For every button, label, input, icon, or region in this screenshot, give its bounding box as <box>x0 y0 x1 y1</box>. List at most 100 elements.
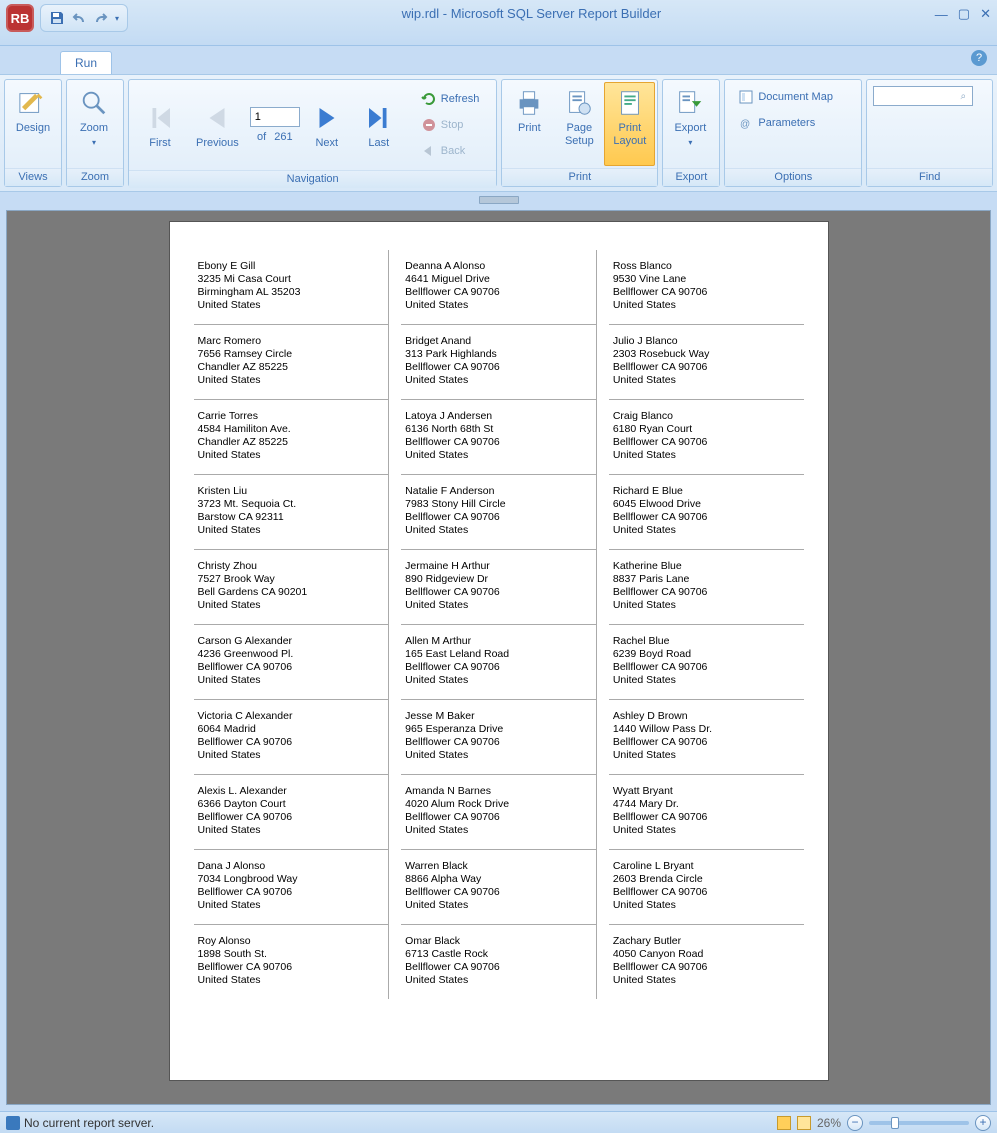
group-views: Design Views <box>4 79 62 187</box>
parameters-icon: @ <box>738 115 754 131</box>
next-button[interactable]: Next <box>302 97 352 153</box>
zoom-in-button[interactable]: + <box>975 1115 991 1131</box>
mailing-label: Dana J Alonso7034 Longbrood WayBellflowe… <box>194 850 389 925</box>
redo-icon[interactable] <box>93 10 109 26</box>
zoom-label: Zoom <box>80 122 108 135</box>
print-icon <box>513 87 545 119</box>
mailing-label: Omar Black6713 Castle RockBellflower CA … <box>401 925 596 999</box>
mailing-label: Julio J Blanco2303 Rosebuck WayBellflowe… <box>609 325 804 400</box>
mailing-label: Warren Black8866 Alpha WayBellflower CA … <box>401 850 596 925</box>
print-layout-button[interactable]: Print Layout <box>604 82 655 166</box>
design-label: Design <box>16 122 50 135</box>
mailing-label: Roy Alonso1898 South St.Bellflower CA 90… <box>194 925 389 999</box>
export-button[interactable]: Export ▾ <box>665 82 715 166</box>
next-label: Next <box>315 137 338 150</box>
group-find: ⌕ Find <box>866 79 993 187</box>
status-bar: No current report server. 26% − + <box>0 1111 997 1133</box>
ribbon: Design Views Zoom ▾ Zoom First Previous <box>0 74 997 192</box>
quick-access-toolbar: ▾ <box>40 4 128 32</box>
close-button[interactable]: ✕ <box>980 6 991 22</box>
find-input[interactable] <box>874 89 954 103</box>
server-status-icon <box>6 1116 20 1130</box>
tab-run[interactable]: Run <box>60 51 112 74</box>
page-number-input[interactable] <box>250 107 300 127</box>
first-label: First <box>149 137 170 150</box>
qat-dropdown-icon[interactable]: ▾ <box>115 14 119 23</box>
maximize-button[interactable]: ▢ <box>958 6 970 22</box>
next-icon <box>311 102 343 134</box>
stop-icon <box>421 117 437 133</box>
parameters-button[interactable]: @ Parameters <box>733 112 838 134</box>
page-setup-icon <box>563 87 595 119</box>
group-export: Export ▾ Export <box>662 79 720 187</box>
minimize-button[interactable]: — <box>935 7 948 22</box>
zoom-percent: 26% <box>817 1116 841 1130</box>
help-icon[interactable]: ? <box>971 50 987 66</box>
page-total: 261 <box>274 131 292 143</box>
zoom-icon <box>78 87 110 119</box>
mailing-label: Carson G Alexander4236 Greenwood Pl.Bell… <box>194 625 389 700</box>
mailing-label: Latoya J Andersen6136 North 68th StBellf… <box>401 400 596 475</box>
group-find-label: Find <box>867 168 992 186</box>
print-label: Print <box>518 122 541 135</box>
first-icon <box>144 102 176 134</box>
page-setup-button[interactable]: Page Setup <box>554 82 604 166</box>
refresh-button[interactable]: Refresh <box>416 88 485 110</box>
app-menu-button[interactable]: RB <box>6 4 34 32</box>
labels-grid: Ebony E Gill3235 Mi Casa CourtBirmingham… <box>194 250 804 999</box>
group-navigation: First Previous of 261 Next Last <box>128 79 497 187</box>
mailing-label: Deanna A Alonso4641 Miguel DriveBellflow… <box>401 250 596 325</box>
back-button: Back <box>416 140 485 162</box>
mailing-label: Kristen Liu3723 Mt. Sequoia Ct.Barstow C… <box>194 475 389 550</box>
mailing-label: Craig Blanco6180 Ryan CourtBellflower CA… <box>609 400 804 475</box>
export-label: Export <box>674 122 706 135</box>
last-icon <box>363 102 395 134</box>
mailing-label: Carrie Torres4584 Hamiliton Ave.Chandler… <box>194 400 389 475</box>
stop-button: Stop <box>416 114 485 136</box>
mailing-label: Victoria C Alexander6064 MadridBellflowe… <box>194 700 389 775</box>
last-label: Last <box>368 137 389 150</box>
group-options: Document Map @ Parameters Options <box>724 79 862 187</box>
zoom-slider[interactable] <box>869 1121 969 1125</box>
mailing-label: Allen M Arthur165 East Leland RoadBellfl… <box>401 625 596 700</box>
print-button[interactable]: Print <box>504 82 554 166</box>
mailing-label: Wyatt Bryant4744 Mary Dr.Bellflower CA 9… <box>609 775 804 850</box>
export-icon <box>674 87 706 119</box>
document-map-button[interactable]: Document Map <box>733 86 838 108</box>
zoom-out-button[interactable]: − <box>847 1115 863 1131</box>
back-icon <box>421 143 437 159</box>
document-map-icon <box>738 89 754 105</box>
previous-label: Previous <box>196 137 239 150</box>
print-layout-label: Print Layout <box>613 122 646 148</box>
group-options-label: Options <box>725 168 861 186</box>
mailing-label: Zachary Butler4050 Canyon RoadBellflower… <box>609 925 804 999</box>
mailing-label: Amanda N Barnes4020 Alum Rock DriveBellf… <box>401 775 596 850</box>
of-label: of <box>257 131 266 143</box>
view-mode-icon-1[interactable] <box>777 1116 791 1130</box>
parameters-label: Parameters <box>758 117 815 129</box>
mailing-label: Ashley D Brown1440 Willow Pass Dr.Bellfl… <box>609 700 804 775</box>
last-button[interactable]: Last <box>354 97 404 153</box>
design-icon <box>17 87 49 119</box>
find-icon[interactable]: ⌕ <box>954 91 972 102</box>
panel-splitter[interactable] <box>479 196 519 204</box>
mailing-label: Marc Romero7656 Ramsey CircleChandler AZ… <box>194 325 389 400</box>
mailing-label: Ebony E Gill3235 Mi Casa CourtBirmingham… <box>194 250 389 325</box>
parameter-panel-collapsed <box>6 198 991 208</box>
zoom-button[interactable]: Zoom ▾ <box>69 82 119 166</box>
mailing-label: Natalie F Anderson7983 Stony Hill Circle… <box>401 475 596 550</box>
refresh-icon <box>421 91 437 107</box>
document-map-label: Document Map <box>758 91 833 103</box>
previous-button: Previous <box>187 97 248 153</box>
report-viewer[interactable]: Ebony E Gill3235 Mi Casa CourtBirmingham… <box>6 210 991 1105</box>
design-button[interactable]: Design <box>7 82 59 166</box>
view-mode-icon-2[interactable] <box>797 1116 811 1130</box>
mailing-label: Jesse M Baker965 Esperanza DriveBellflow… <box>401 700 596 775</box>
save-icon[interactable] <box>49 10 65 26</box>
label-column: Ross Blanco9530 Vine LaneBellflower CA 9… <box>609 250 804 999</box>
undo-icon[interactable] <box>71 10 87 26</box>
zoom-thumb[interactable] <box>891 1117 899 1129</box>
status-text: No current report server. <box>24 1116 154 1130</box>
group-print: Print Page Setup Print Layout Print <box>501 79 658 187</box>
page-setup-label: Page Setup <box>565 122 594 148</box>
